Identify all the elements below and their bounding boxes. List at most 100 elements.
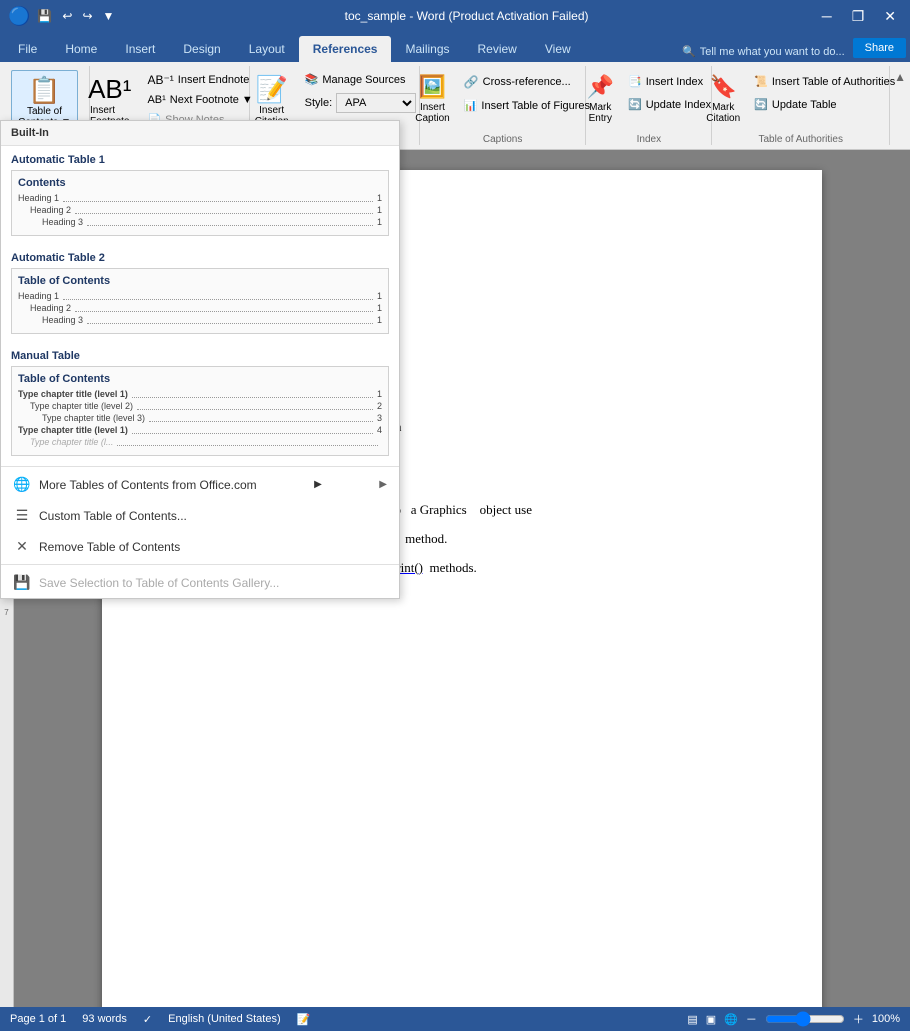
tab-view[interactable]: View xyxy=(531,36,585,62)
save-selection-icon: 💾 xyxy=(13,574,31,591)
mark-citation-label: MarkCitation xyxy=(706,102,740,124)
mh1a-page: 1 xyxy=(377,389,382,399)
auto1-preview: Contents Heading 1 1 Heading 2 1 Heading… xyxy=(11,170,389,236)
custom-toc-button[interactable]: ☰ Custom Table of Contents... xyxy=(1,500,399,531)
insert-table-figures-button[interactable]: 📊 Insert Table of Figures xyxy=(458,96,596,115)
mh2-text: Type chapter title (level 2) xyxy=(30,401,133,411)
share-button[interactable]: Share xyxy=(853,38,906,58)
tab-design[interactable]: Design xyxy=(169,36,234,62)
close-button[interactable]: ✕ xyxy=(878,6,902,27)
tab-home[interactable]: Home xyxy=(51,36,111,62)
tab-insert[interactable]: Insert xyxy=(111,36,169,62)
manual-h2: Type chapter title (level 2) 2 xyxy=(18,401,382,411)
builtin-section-header: Built-In xyxy=(1,121,399,146)
a2h2-dots xyxy=(75,304,373,312)
toa-icon: 📜 xyxy=(754,75,768,88)
captions-group-label: Captions xyxy=(481,132,524,147)
a2h3-dots xyxy=(87,316,373,324)
more-tables-arrow: ▶ xyxy=(314,479,322,490)
update-toa-icon: 🔄 xyxy=(754,98,768,111)
mark-entry-button[interactable]: 📌 MarkEntry xyxy=(581,70,620,128)
tof-label: Insert Table of Figures xyxy=(481,100,590,112)
toa-label: Insert Table of Authorities xyxy=(772,76,895,88)
view-web-icon[interactable]: 🌐 xyxy=(724,1013,738,1026)
tab-review[interactable]: Review xyxy=(464,36,531,62)
mh1a-dots xyxy=(132,390,373,398)
view-layout-icon[interactable]: ▣ xyxy=(706,1013,716,1026)
toc-option-manual[interactable]: Manual Table Table of Contents Type chap… xyxy=(1,342,399,464)
toc-separator-2 xyxy=(1,564,399,565)
toc-option-auto1[interactable]: Automatic Table 1 Contents Heading 1 1 H… xyxy=(1,146,399,244)
zoom-slider[interactable] xyxy=(765,1011,845,1027)
insert-idx-icon: 📑 xyxy=(628,75,642,88)
toc-separator-1 xyxy=(1,466,399,467)
auto2-h2: Heading 2 1 xyxy=(18,303,382,313)
remove-toc-button[interactable]: ✕ Remove Table of Contents xyxy=(1,531,399,562)
toc-option-auto2[interactable]: Automatic Table 2 Table of Contents Head… xyxy=(1,244,399,342)
auto1-title: Automatic Table 1 xyxy=(11,154,389,166)
mark-citation-button[interactable]: 🔖 MarkCitation xyxy=(700,70,746,128)
h2-text: Heading 2 xyxy=(30,205,71,215)
auto2-preview-title: Table of Contents xyxy=(18,275,382,287)
style-select[interactable]: APA MLA Chicago xyxy=(336,93,416,113)
tab-file[interactable]: File xyxy=(4,36,51,62)
tab-layout[interactable]: Layout xyxy=(235,36,299,62)
auto2-h3: Heading 3 1 xyxy=(18,315,382,325)
title-bar-left: 🔵 💾 ↩ ↪ ▼ xyxy=(8,6,117,27)
zoom-level: 100% xyxy=(872,1013,900,1025)
auto1-h1: Heading 1 1 xyxy=(18,193,382,203)
auto2-title: Automatic Table 2 xyxy=(11,252,389,264)
auto2-h1: Heading 1 1 xyxy=(18,291,382,301)
undo-qat-button[interactable]: ↩ xyxy=(59,7,75,25)
redo-qat-button[interactable]: ↪ xyxy=(79,7,95,25)
word-count: 93 words xyxy=(82,1013,127,1025)
ribbon-search[interactable]: 🔍 Tell me what you want to do... xyxy=(674,41,853,62)
ribbon-collapse-button[interactable]: ▲ xyxy=(890,66,910,145)
a2h3-text: Heading 3 xyxy=(42,315,83,325)
mh1a-text: Type chapter title (level 1) xyxy=(18,389,128,399)
tab-references[interactable]: References xyxy=(299,36,392,62)
zoom-out-button[interactable]: － xyxy=(746,1011,757,1027)
a2h3-page: 1 xyxy=(377,315,382,325)
a2h1-dots xyxy=(63,292,373,300)
h1-page: 1 xyxy=(377,193,382,203)
style-dropdown[interactable]: Style: APA MLA Chicago xyxy=(299,90,423,116)
zoom-in-button[interactable]: ＋ xyxy=(853,1011,864,1027)
manage-sources-button[interactable]: 📚 Manage Sources xyxy=(299,70,423,89)
insert-toa-button[interactable]: 📜 Insert Table of Authorities xyxy=(748,72,901,91)
h1-text: Heading 1 xyxy=(18,193,59,203)
authorities-group-content: 🔖 MarkCitation 📜 Insert Table of Authori… xyxy=(698,66,903,132)
next-footnote-button[interactable]: AB¹ Next Footnote ▼ xyxy=(141,91,258,109)
insert-endnote-button[interactable]: AB⁻¹ Insert Endnote xyxy=(141,70,258,90)
minimize-button[interactable]: ─ xyxy=(816,6,838,26)
more-tables-icon: 🌐 xyxy=(13,476,31,493)
restore-button[interactable]: ❐ xyxy=(846,6,871,27)
auto1-preview-title: Contents xyxy=(18,177,382,189)
page-count: Page 1 of 1 xyxy=(10,1013,66,1025)
more-tables-button[interactable]: 🌐 More Tables of Contents from Office.co… xyxy=(1,469,399,500)
update-toa-button[interactable]: 🔄 Update Table xyxy=(748,95,901,114)
insert-idx-label: Insert Index xyxy=(646,76,703,88)
custom-toc-icon: ☰ xyxy=(13,507,31,524)
footnote-icon: AB¹ xyxy=(88,74,131,105)
language: English (United States) xyxy=(168,1013,281,1025)
mh1b-text: Type chapter title (level 1) xyxy=(18,425,128,435)
tab-mailings[interactable]: Mailings xyxy=(391,36,463,62)
save-selection-label: Save Selection to Table of Contents Gall… xyxy=(39,576,279,590)
customize-qat-button[interactable]: ▼ xyxy=(100,7,118,25)
auto1-h2: Heading 2 1 xyxy=(18,205,382,215)
insert-caption-button[interactable]: 🖼️ InsertCaption xyxy=(409,70,455,128)
view-normal-icon[interactable]: ▤ xyxy=(687,1013,697,1026)
update-idx-icon: 🔄 xyxy=(628,98,642,111)
mh2b-dots xyxy=(117,438,378,446)
save-qat-button[interactable]: 💾 xyxy=(34,7,55,25)
search-icon: 🔍 xyxy=(682,45,696,58)
title-bar: 🔵 💾 ↩ ↪ ▼ toc_sample - Word (Product Act… xyxy=(0,0,910,32)
save-selection-button: 💾 Save Selection to Table of Contents Ga… xyxy=(1,567,399,598)
manual-h1b: Type chapter title (level 1) 4 xyxy=(18,425,382,435)
h2-dots xyxy=(75,206,373,214)
cross-reference-button[interactable]: 🔗 Cross-reference... xyxy=(458,72,596,92)
auto2-preview: Table of Contents Heading 1 1 Heading 2 … xyxy=(11,268,389,334)
collapse-icon: ▲ xyxy=(894,70,906,84)
mh2b-text: Type chapter title (l... xyxy=(30,437,113,447)
